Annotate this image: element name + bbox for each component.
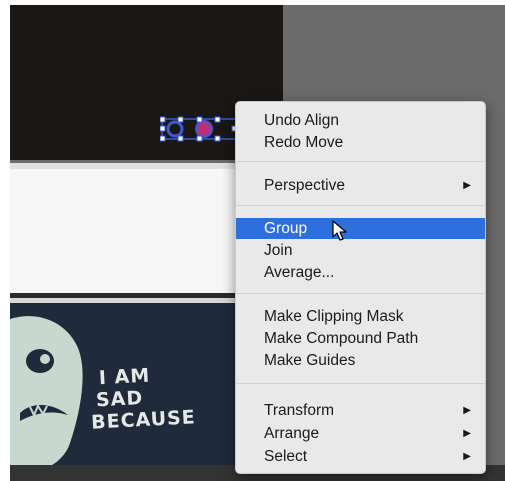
menu-item-label: Make Guides [264,352,356,369]
menu-separator [236,205,485,206]
menu-item-label: Select [264,448,308,465]
mouse-pointer-icon [332,220,347,241]
menu-item-transform[interactable]: Transform ▶ [236,400,485,421]
menu-item-label: Average... [264,264,335,281]
menu-separator [236,293,485,294]
menu-separator [236,161,485,162]
menu-item-label: Perspective [264,177,345,194]
menu-item-label: Arrange [264,425,320,442]
poster-text: I AM SAD BECAUSE [88,362,197,434]
chevron-right-icon: ▶ [463,405,471,416]
menu-item-label: Join [264,242,293,259]
menu-item-make-clipping-mask[interactable]: Make Clipping Mask [236,306,485,327]
menu-item-label: Undo Align [264,112,339,129]
menu-item-undo-align[interactable]: Undo Align [236,110,485,131]
menu-item-label: Group [264,220,308,237]
menu-item-make-guides[interactable]: Make Guides [236,350,485,371]
menu-item-arrange[interactable]: Arrange ▶ [236,423,485,444]
menu-separator [236,383,485,384]
context-menu: Undo Align Redo Move Perspective ▶ Group… [235,101,486,474]
menu-item-average[interactable]: Average... [236,262,485,283]
menu-item-label: Transform [264,402,335,419]
selected-objects[interactable] [160,115,240,143]
menu-item-select[interactable]: Select ▶ [236,446,485,467]
chevron-right-icon: ▶ [463,180,471,191]
chevron-right-icon: ▶ [463,451,471,462]
chevron-right-icon: ▶ [463,428,471,439]
menu-item-label: Redo Move [264,134,344,151]
menu-item-make-compound-path[interactable]: Make Compound Path [236,328,485,349]
menu-item-redo-move[interactable]: Redo Move [236,132,485,153]
menu-item-label: Make Compound Path [264,330,419,347]
menu-item-join[interactable]: Join [236,240,485,261]
menu-item-perspective[interactable]: Perspective ▶ [236,175,485,196]
menu-item-group[interactable]: Group [236,218,485,239]
menu-item-label: Make Clipping Mask [264,308,404,325]
